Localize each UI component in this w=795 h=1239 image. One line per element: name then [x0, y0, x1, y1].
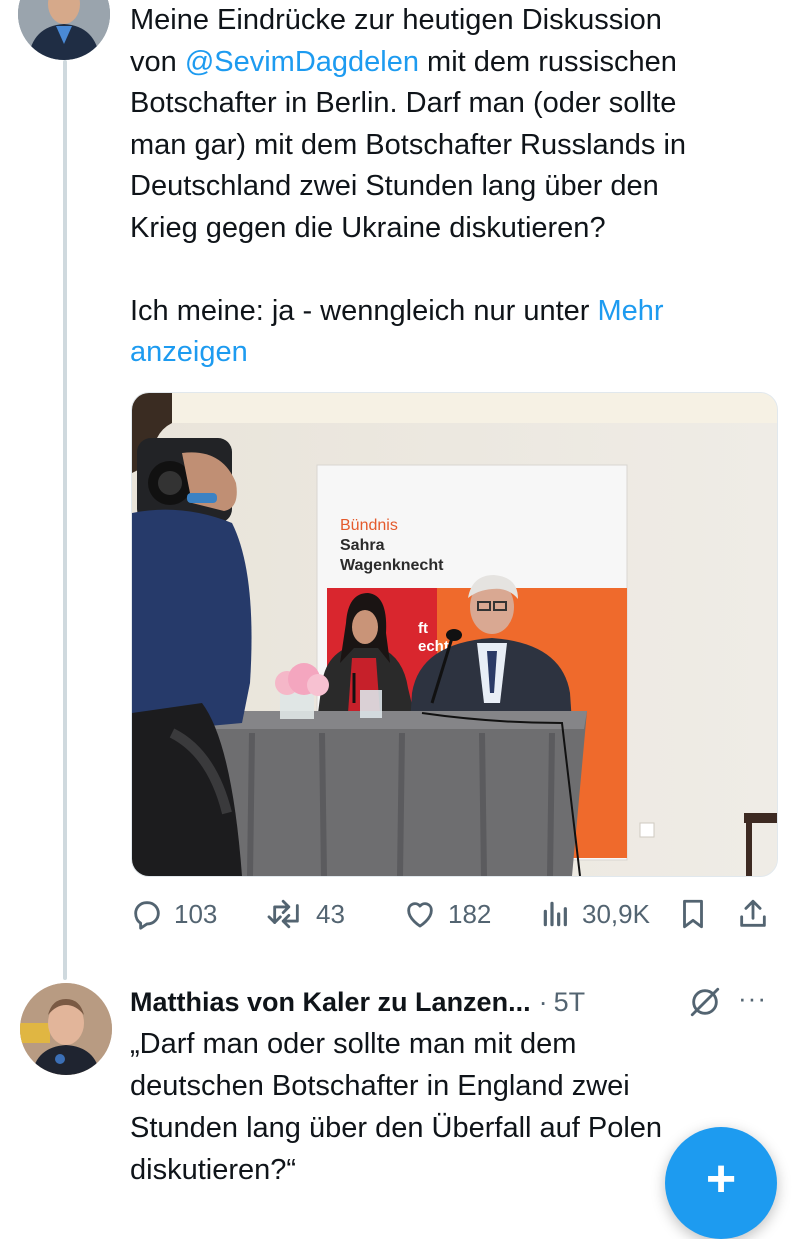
- reply-button[interactable]: 103: [130, 892, 217, 936]
- views-icon: [543, 901, 567, 927]
- share-button[interactable]: [736, 892, 770, 936]
- like-icon: [407, 902, 433, 928]
- tweet-action-bar: 103 43 182 30,9K: [130, 892, 780, 936]
- avatar-photo: [20, 983, 112, 1075]
- reply-separator: ·: [538, 986, 548, 1017]
- share-icon: [740, 899, 766, 927]
- repost-count: 43: [316, 898, 345, 929]
- mention-link[interactable]: @SevimDagdelen: [185, 46, 419, 78]
- reply-icon: [134, 901, 160, 930]
- more-options-icon[interactable]: ···: [738, 983, 767, 1014]
- reply-author-avatar[interactable]: [20, 983, 112, 1075]
- banner-text-line2: Sahra: [340, 537, 385, 554]
- compose-button[interactable]: +: [665, 1127, 777, 1239]
- reply-count: 103: [174, 898, 218, 929]
- thread-connector-line: [63, 60, 67, 980]
- author-avatar[interactable]: [18, 0, 110, 60]
- like-button[interactable]: 182: [402, 892, 491, 936]
- repost-icon: [267, 899, 299, 929]
- reply-header: Matthias von Kaler zu Lanzen... · 5T: [130, 980, 585, 1024]
- views-button[interactable]: 30,9K: [540, 892, 650, 936]
- reply-timestamp[interactable]: 5T: [554, 987, 586, 1018]
- like-count: 182: [448, 898, 492, 929]
- reply-author-name[interactable]: Matthias von Kaler zu Lanzen...: [130, 987, 531, 1018]
- plus-icon: +: [705, 1150, 737, 1208]
- avatar-photo: [18, 0, 110, 60]
- press-conference-photo: Bündnis Sahra Wagenknecht ft echt: [132, 393, 777, 876]
- banner-partial-text1: ft: [418, 620, 428, 637]
- view-count: 30,9K: [582, 898, 650, 929]
- banner-text-line3: Wagenknecht: [340, 557, 444, 574]
- tweet-text: Meine Eindrücke zur heutigen Diskussion …: [130, 0, 770, 374]
- grok-icon[interactable]: [688, 985, 722, 1024]
- repost-button[interactable]: 43: [266, 892, 345, 936]
- tweet-media-photo[interactable]: Bündnis Sahra Wagenknecht ft echt: [131, 392, 778, 877]
- bookmark-button[interactable]: [676, 892, 710, 936]
- tweet-text-part2: mit dem russischen Botschafter in Berlin…: [130, 45, 687, 327]
- banner-text-line1: Bündnis: [340, 517, 398, 534]
- bookmark-icon: [683, 899, 703, 929]
